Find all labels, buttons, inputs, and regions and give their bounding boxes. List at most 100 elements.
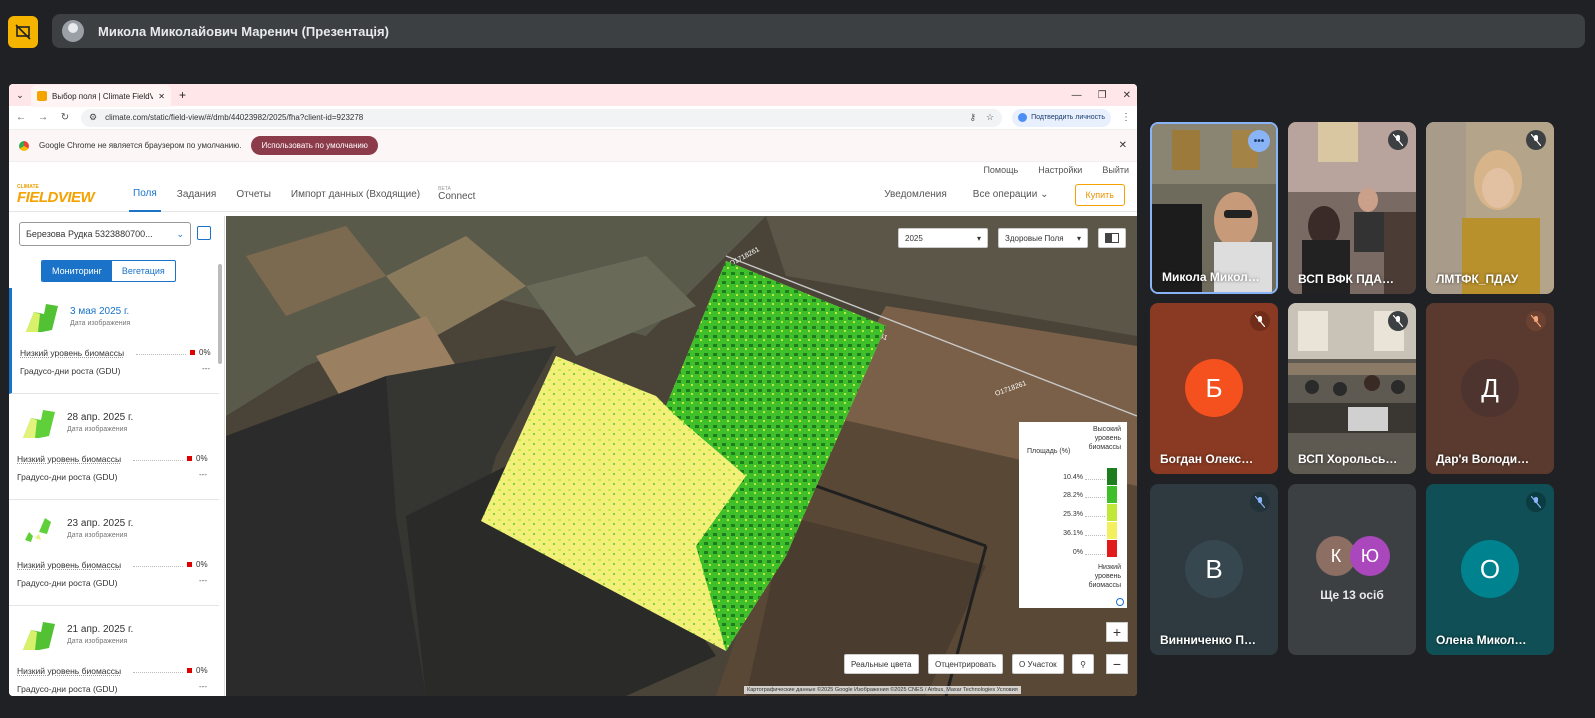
image-date-caption: Дата изображения [70,320,131,327]
mic-off-icon [1388,311,1408,331]
participant-tile[interactable]: ВСП Хорольсь… [1288,303,1416,474]
tab-search-icon[interactable]: ⌄ [9,90,31,101]
imagery-item[interactable]: 28 апр. 2025 г. Дата изображения Низкий … [9,394,219,500]
imagery-item[interactable]: 23 апр. 2025 г. Дата изображения Низкий … [9,500,219,606]
true-color-button[interactable]: Реальные цвета [844,654,919,674]
url-text[interactable]: climate.com/static/field-view/#/dmb/4402… [105,113,961,122]
bookmark-star-icon[interactable]: ☆ [986,112,994,123]
center-button[interactable]: Отцентрировать [928,654,1003,674]
new-tab-icon[interactable]: + [179,88,186,102]
buy-button[interactable]: Купить [1074,183,1125,206]
forward-icon[interactable]: → [37,112,49,123]
settings-link[interactable]: Настройки [1038,165,1082,175]
gdu-value: --- [199,576,207,585]
nav-tasks[interactable]: Задания [173,178,221,212]
participant-tile[interactable]: ••• Микола Микол… [1150,122,1278,294]
satellite-map[interactable]: O1718261 O1718261 O1718261 2025 ▾ Здоров… [226,216,1137,696]
low-biomass-label: Низкий уровень биомассы [17,454,122,464]
participant-name: ВСП Хорольсь… [1298,452,1398,466]
more-participants-label: Ще 13 осіб [1320,588,1384,602]
profile-chip[interactable]: Подтвердить личность [1012,108,1111,127]
gdu-label: Градусо-дни роста (GDU) [17,472,118,482]
monitoring-tab[interactable]: Мониторинг [42,261,112,281]
year-value: 2025 [905,233,923,243]
zoom-out-button[interactable]: − [1106,654,1128,674]
mic-off-icon [1388,130,1408,150]
participant-tile[interactable]: Б Богдан Олекс… [1150,303,1278,474]
image-date: 3 мая 2025 г. [70,306,130,317]
legend-value: 0% [1072,549,1083,556]
vegetation-tab[interactable]: Вегетация [112,261,175,281]
participant-tile[interactable]: О Олена Микол… [1426,484,1554,655]
legend-swatch [1107,468,1117,485]
imagery-item[interactable]: 3 мая 2025 г. Дата изображения Низкий ур… [9,288,219,394]
legend-swatch [1107,504,1117,521]
info-icon[interactable] [1116,598,1124,606]
field-thumbnail [23,622,55,650]
fieldview-logo[interactable]: CLIMATE FIELDVIEW [17,184,117,205]
participant-tile[interactable]: Д Дар'я Володи… [1426,303,1554,474]
minimize-icon[interactable]: — [1072,90,1082,101]
low-biomass-label: Низкий уровень биомассы [20,348,125,358]
nav-connect[interactable]: BETA Connect [438,187,475,202]
close-window-icon[interactable]: ✕ [1123,90,1131,101]
reload-icon[interactable]: ↻ [59,112,71,123]
fieldview-favicon [37,91,47,101]
browser-menu-icon[interactable]: ⋮ [1121,112,1131,123]
site-info-icon[interactable]: ⚙ [89,112,97,123]
legend-value: 36.1% [1063,530,1083,537]
legend-low-label: Низкий уровень биомассы [1088,564,1121,589]
mic-off-icon [1526,311,1546,331]
field-thumbnail [23,410,55,438]
field-select[interactable]: Березова Рудка 5323880700... ⌄ [19,222,191,246]
restore-icon[interactable]: ❐ [1098,90,1107,101]
image-date: 28 апр. 2025 г. [67,412,134,423]
participant-tile[interactable]: ВСП ВФК ПДА… [1288,122,1416,294]
export-icon[interactable] [197,226,211,240]
nav-reports[interactable]: Отчеты [232,178,275,212]
participant-tile[interactable]: В Винниченко П… [1150,484,1278,655]
set-default-button[interactable]: Использовать по умолчанию [251,136,378,155]
shared-browser-window: ⌄ Выбор поля | Climate FieldView ✕ + — ❐… [9,84,1137,696]
browser-tab[interactable]: Выбор поля | Climate FieldView ✕ [31,85,171,107]
gdu-label: Градусо-дни роста (GDU) [17,578,118,588]
omnibox[interactable]: ⚙ climate.com/static/field-view/#/dmb/44… [81,108,1003,127]
infobar-close-icon[interactable]: ✕ [1119,140,1127,151]
zoom-in-button[interactable]: + [1106,622,1128,642]
more-options-icon[interactable]: ••• [1248,130,1270,152]
field-select-value: Березова Рудка 5323880700... [26,229,153,239]
nav-import[interactable]: Импорт данных (Входящие) [287,178,424,212]
split-view-button[interactable] [1098,228,1126,248]
image-date-caption: Дата изображения [67,426,128,433]
more-participants-tile[interactable]: К Ю Ще 13 осіб [1288,484,1416,655]
password-key-icon[interactable]: ⚷ [969,112,976,123]
tab-title: Выбор поля | Climate FieldView [52,91,154,101]
participant-tile[interactable]: ЛМТФК_ПДАУ [1426,122,1554,294]
tab-close-icon[interactable]: ✕ [158,92,165,101]
about-field-button[interactable]: О Участок [1012,654,1064,674]
present-to-everyone-icon[interactable] [8,16,38,48]
legend-swatch [1107,522,1117,539]
back-icon[interactable]: ← [15,112,27,123]
infobar-text: Google Chrome не является браузером по у… [39,141,242,150]
all-operations-dropdown[interactable]: Все операции ⌄ [973,189,1049,200]
imagery-item[interactable]: 21 апр. 2025 г. Дата изображения Низкий … [9,606,219,696]
legend-high-label: Высокий уровень биомассы [1088,426,1121,451]
biomass-legend: Высокий уровень биомассы Площадь (%) 10.… [1019,422,1127,608]
nav-fields[interactable]: Поля [129,178,161,212]
participant-name: Винниченко П… [1160,633,1256,647]
help-link[interactable]: Помощь [983,165,1018,175]
image-date-caption: Дата изображения [67,638,128,645]
legend-value: 28.2% [1063,492,1083,499]
mode-toggle: Мониторинг Вегетация [41,260,176,282]
layer-value: Здоровые Поля [1005,233,1064,243]
caret-down-icon: ▾ [976,233,981,243]
layer-select[interactable]: Здоровые Поля ▾ [998,228,1088,248]
fieldview-nav: CLIMATE FIELDVIEW Поля Задания Отчеты Им… [9,178,1137,212]
logout-link[interactable]: Выйти [1102,165,1129,175]
legend-area-label: Площадь (%) [1027,448,1071,455]
notifications-link[interactable]: Уведомления [884,189,947,200]
year-select[interactable]: 2025 ▾ [898,228,988,248]
pin-button[interactable]: ⚲ [1072,654,1094,674]
low-biomass-label: Низкий уровень биомассы [17,560,122,570]
